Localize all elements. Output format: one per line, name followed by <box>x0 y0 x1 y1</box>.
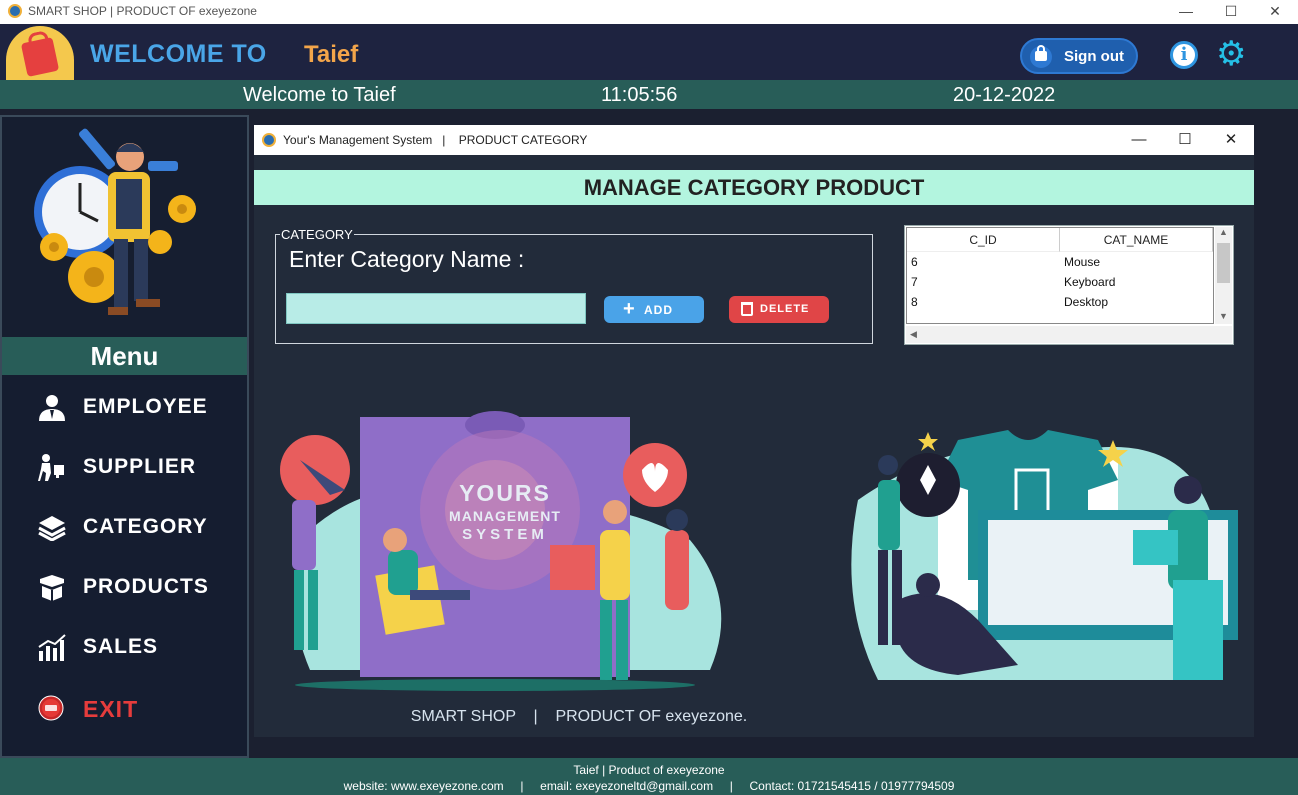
clock-time: 11:05:56 <box>601 84 678 106</box>
mechanic-illustration <box>2 117 247 337</box>
trash-icon <box>741 302 753 316</box>
products-icon <box>40 575 64 601</box>
illustration-subtitle-1: MANAGEMENT <box>449 508 561 524</box>
app-icon <box>262 133 276 147</box>
team-illustration-svg <box>280 411 722 691</box>
table-vertical-scrollbar[interactable]: ▲ ▼ <box>1215 227 1232 324</box>
team-illustration <box>270 400 740 700</box>
welcome-text: Welcome to Taief <box>243 84 396 106</box>
close-button[interactable]: ✕ <box>1252 0 1298 24</box>
menu-title: Menu <box>2 337 247 375</box>
window-titlebar: SMART SHOP | PRODUCT OF exeyezone — ☐ ✕ <box>0 0 1298 24</box>
sales-icon <box>38 634 66 661</box>
mechanic-svg <box>34 128 196 315</box>
sidebar-item-label: SALES <box>83 635 159 658</box>
lock-icon <box>1035 45 1047 61</box>
category-table[interactable]: C_ID CAT_NAME 6 Mouse 7 Keyboard 8 Deskt… <box>906 227 1214 324</box>
supplier-icon <box>38 454 64 481</box>
category-window-titlebar: Your's Management System | PRODUCT CATEG… <box>254 125 1254 155</box>
category-icon <box>38 516 66 541</box>
illustration-subtitle-2: SYSTEM <box>462 526 548 543</box>
employee-icon <box>39 395 65 421</box>
sidebar-item-products[interactable]: PRODUCTS <box>36 567 236 607</box>
sidebar-item-supplier[interactable]: SUPPLIER <box>36 447 236 487</box>
shopping-bag-icon <box>20 37 60 77</box>
window-title: SMART SHOP | PRODUCT OF exeyezone <box>28 4 257 18</box>
footer-contact: website: www.exeyezone.com | email: exey… <box>343 779 955 793</box>
illustration-title: YOURS <box>459 480 551 506</box>
inner-maximize-button[interactable]: ☐ <box>1162 128 1208 152</box>
table-cell-id[interactable]: 6 <box>911 252 918 272</box>
sidebar-item-exit[interactable]: EXIT <box>36 688 236 728</box>
scroll-up-icon[interactable]: ▲ <box>1219 227 1228 237</box>
sidebar-item-label: CATEGORY <box>83 515 208 538</box>
inner-close-button[interactable]: ✕ <box>1208 128 1254 152</box>
plus-icon: + <box>623 298 636 320</box>
table-cell-name[interactable]: Desktop <box>1064 292 1108 312</box>
app-icon <box>8 4 22 18</box>
sidebar-item-label: SUPPLIER <box>83 455 197 478</box>
welcome-label: WELCOME TO <box>90 40 267 68</box>
sign-out-button[interactable]: Sign out <box>1020 38 1138 74</box>
table-cell-name[interactable]: Keyboard <box>1064 272 1115 292</box>
sidebar-item-category[interactable]: CATEGORY <box>36 507 236 547</box>
info-icon[interactable]: i <box>1170 41 1198 69</box>
delete-label: DELETE <box>760 303 810 315</box>
footer: Taief | Product of exeyezone website: ww… <box>0 758 1298 795</box>
current-date: 20-12-2022 <box>953 84 1056 106</box>
category-name-input[interactable] <box>286 293 586 324</box>
add-label: ADD <box>644 303 673 317</box>
delete-button[interactable]: DELETE <box>729 296 829 323</box>
table-cell-id[interactable]: 7 <box>911 272 918 292</box>
sidebar-item-label: PRODUCTS <box>83 575 209 598</box>
table-horizontal-scrollbar[interactable]: ◀ <box>906 326 1232 343</box>
inner-minimize-button[interactable]: — <box>1116 128 1162 152</box>
status-strip: Welcome to Taief 11:05:56 20-12-2022 <box>0 80 1298 109</box>
exit-icon <box>38 695 64 721</box>
column-header-cat-name[interactable]: CAT_NAME <box>1060 228 1213 252</box>
minimize-button[interactable]: — <box>1163 0 1209 24</box>
gear-icon[interactable]: ⚙ <box>1216 36 1246 72</box>
column-header-c-id[interactable]: C_ID <box>907 228 1060 252</box>
category-group-label: CATEGORY <box>280 227 354 242</box>
add-button[interactable]: + ADD <box>604 296 704 323</box>
table-cell-id[interactable]: 8 <box>911 292 918 312</box>
footer-credit: Taief | Product of exeyezone <box>573 763 725 777</box>
sidebar-item-label: EXIT <box>83 696 139 722</box>
user-name: Taief <box>304 41 359 68</box>
scroll-thumb[interactable] <box>1217 243 1230 283</box>
scroll-down-icon[interactable]: ▼ <box>1219 311 1228 321</box>
scroll-left-icon[interactable]: ◀ <box>910 329 917 340</box>
category-window-title: Your's Management System | PRODUCT CATEG… <box>283 133 588 147</box>
sidebar-item-sales[interactable]: SALES <box>36 627 236 667</box>
sidebar-item-employee[interactable]: EMPLOYEE <box>36 387 236 427</box>
designers-illustration-svg <box>851 430 1238 680</box>
sidebar-item-label: EMPLOYEE <box>83 395 208 418</box>
maximize-button[interactable]: ☐ <box>1208 0 1254 24</box>
table-cell-name[interactable]: Mouse <box>1064 252 1100 272</box>
designers-illustration <box>838 420 1238 692</box>
sign-out-label: Sign out <box>1064 48 1124 65</box>
bottom-caption: SMART SHOP | PRODUCT OF exeyezone. <box>410 708 748 725</box>
category-name-label: Enter Category Name : <box>289 246 525 272</box>
page-title: MANAGE CATEGORY PRODUCT <box>254 170 1254 205</box>
